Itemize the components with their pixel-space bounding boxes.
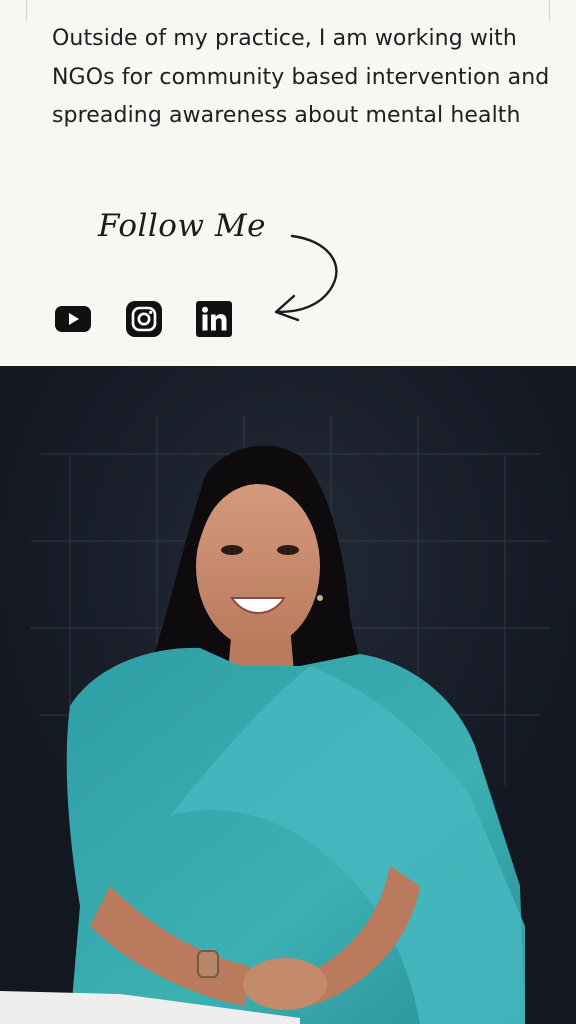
- divider-left: [26, 0, 27, 22]
- profile-photo: [0, 366, 576, 1024]
- instagram-icon[interactable]: [125, 300, 163, 338]
- divider-right: [549, 0, 550, 22]
- follow-me-heading: Follow Me: [98, 208, 266, 244]
- about-section: Outside of my practice, I am working wit…: [0, 0, 576, 366]
- curved-arrow-icon: [274, 234, 338, 322]
- portrait-illustration: [0, 366, 576, 1024]
- linkedin-icon[interactable]: [195, 300, 233, 338]
- bio-paragraph: Outside of my practice, I am working wit…: [52, 26, 550, 128]
- youtube-icon[interactable]: [54, 300, 92, 338]
